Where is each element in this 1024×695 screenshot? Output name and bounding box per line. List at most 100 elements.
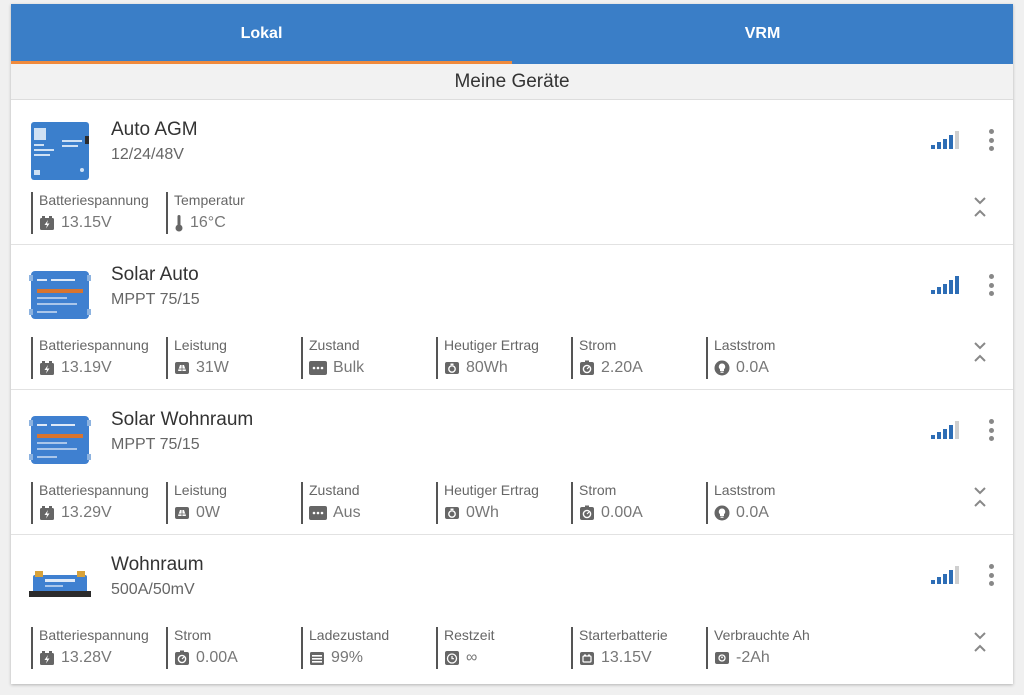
more-options-button[interactable] bbox=[987, 274, 995, 296]
section-title: Meine Geräte bbox=[11, 64, 1013, 100]
metric-value: 0.0A bbox=[736, 504, 769, 521]
signal-bar bbox=[955, 566, 959, 584]
metric-value-row: -2Ah bbox=[714, 649, 810, 667]
signal-bar bbox=[943, 139, 947, 149]
battery-sense-icon bbox=[29, 120, 91, 180]
signal-bar bbox=[931, 145, 935, 149]
signal-strength-icon bbox=[931, 566, 961, 584]
metric-label: Restzeit bbox=[444, 627, 495, 643]
metric: Strom 0.00A bbox=[571, 482, 643, 524]
device-subtitle: 12/24/48V bbox=[111, 146, 184, 163]
battery-icon bbox=[39, 215, 61, 231]
metric-label: Starterbatterie bbox=[579, 627, 668, 643]
signal-strength-icon bbox=[931, 421, 961, 439]
signal-bar bbox=[931, 435, 935, 439]
expand-collapse-icon[interactable] bbox=[973, 630, 987, 654]
metric-label: Laststrom bbox=[714, 337, 776, 353]
signal-bar bbox=[937, 577, 941, 584]
signal-bar bbox=[955, 276, 959, 294]
metric-value: -2Ah bbox=[736, 649, 770, 666]
bulb-icon bbox=[714, 360, 736, 376]
current-icon bbox=[174, 650, 196, 666]
metric: Batteriespannung 13.15V bbox=[31, 192, 149, 234]
metric-value: 31W bbox=[196, 359, 229, 376]
device-subtitle: MPPT 75/15 bbox=[111, 291, 200, 308]
app-window: Lokal VRM Meine Geräte Auto AGM 12/24/48V… bbox=[11, 4, 1013, 684]
metric-value-row: 31W bbox=[174, 359, 229, 377]
metric-value: 99% bbox=[331, 649, 364, 666]
signal-bar bbox=[949, 570, 953, 584]
metric-value-row: 13.15V bbox=[579, 649, 668, 667]
metric-label: Batteriespannung bbox=[39, 337, 149, 353]
expand-collapse-icon[interactable] bbox=[973, 485, 987, 509]
metric-value-row: 0W bbox=[174, 504, 227, 522]
expand-collapse-icon[interactable] bbox=[973, 340, 987, 364]
device-card[interactable]: Solar Wohnraum MPPT 75/15 Batteriespannung… bbox=[11, 390, 1013, 535]
metric: Heutiger Ertrag 80Wh bbox=[436, 337, 539, 379]
metric-label: Laststrom bbox=[714, 482, 776, 498]
battery-icon bbox=[39, 360, 61, 376]
metric: Batteriespannung 13.29V bbox=[31, 482, 149, 524]
metric-value-row: 13.19V bbox=[39, 359, 149, 377]
dot-icon bbox=[988, 137, 994, 143]
device-subtitle: 500A/50mV bbox=[111, 581, 195, 598]
metric-value-row: 0.0A bbox=[714, 504, 775, 522]
dots-icon bbox=[309, 360, 333, 376]
metric-value-row: 13.28V bbox=[39, 649, 149, 667]
metric-label: Verbrauchte Ah bbox=[714, 627, 810, 643]
metric-value: 16°C bbox=[190, 214, 226, 231]
device-name: Wohnraum bbox=[111, 554, 204, 575]
dot-icon bbox=[988, 274, 994, 279]
metric: Laststrom 0.0A bbox=[706, 482, 775, 524]
metric-value-row: 0Wh bbox=[444, 504, 539, 522]
metric-value-row: 2.20A bbox=[579, 359, 643, 377]
metric: Leistung 0W bbox=[166, 482, 227, 524]
signal-strength-icon bbox=[931, 131, 961, 149]
yield-icon bbox=[444, 360, 466, 376]
metric: Ladezustand 99% bbox=[301, 627, 389, 669]
dot-icon bbox=[988, 282, 994, 288]
dot-icon bbox=[988, 291, 994, 296]
metric-label: Temperatur bbox=[174, 192, 245, 208]
device-name: Solar Auto bbox=[111, 264, 199, 285]
dot-icon bbox=[988, 581, 994, 586]
metric: Strom 0.00A bbox=[166, 627, 238, 669]
tab-vrm[interactable]: VRM bbox=[512, 4, 1013, 64]
more-options-button[interactable] bbox=[987, 419, 995, 441]
state-of-charge-icon bbox=[309, 650, 331, 666]
metric-label: Zustand bbox=[309, 482, 360, 498]
battery-monitor-icon bbox=[29, 555, 91, 613]
expand-collapse-icon[interactable] bbox=[973, 195, 987, 219]
device-card[interactable]: Auto AGM 12/24/48V Batteriespannung 13.15V T… bbox=[11, 100, 1013, 245]
more-options-button[interactable] bbox=[987, 564, 995, 586]
more-options-button[interactable] bbox=[987, 129, 995, 151]
dot-icon bbox=[988, 572, 994, 578]
bulb-icon bbox=[714, 505, 736, 521]
metric-value: 0.00A bbox=[601, 504, 643, 521]
device-card[interactable]: Solar Auto MPPT 75/15 Batteriespannung 13.1… bbox=[11, 245, 1013, 390]
tab-lokal[interactable]: Lokal bbox=[11, 4, 512, 64]
metric: Verbrauchte Ah -2Ah bbox=[706, 627, 810, 669]
signal-bar bbox=[949, 280, 953, 294]
clock-icon bbox=[444, 650, 466, 666]
metric-value-row: 0.00A bbox=[174, 649, 238, 667]
metric-value-row: 0.00A bbox=[579, 504, 643, 522]
metric-value: 0Wh bbox=[466, 504, 499, 521]
signal-bar bbox=[949, 135, 953, 149]
metric: Zustand Bulk bbox=[301, 337, 364, 379]
dot-icon bbox=[988, 436, 994, 441]
metric-value: ∞ bbox=[466, 649, 478, 666]
dot-icon bbox=[988, 146, 994, 151]
metric-value-row: 80Wh bbox=[444, 359, 539, 377]
device-card[interactable]: Wohnraum 500A/50mV Batteriespannung 13.28V S… bbox=[11, 535, 1013, 680]
device-name: Solar Wohnraum bbox=[111, 409, 254, 430]
metric-label: Strom bbox=[579, 482, 617, 498]
metric-value: 13.19V bbox=[61, 359, 112, 376]
metric: Restzeit ∞ bbox=[436, 627, 495, 669]
metric: Temperatur 16°C bbox=[166, 192, 245, 234]
current-icon bbox=[579, 360, 601, 376]
metric-value: 80Wh bbox=[466, 359, 508, 376]
metric-value: 13.29V bbox=[61, 504, 112, 521]
dot-icon bbox=[988, 129, 994, 134]
yield-icon bbox=[444, 505, 466, 521]
